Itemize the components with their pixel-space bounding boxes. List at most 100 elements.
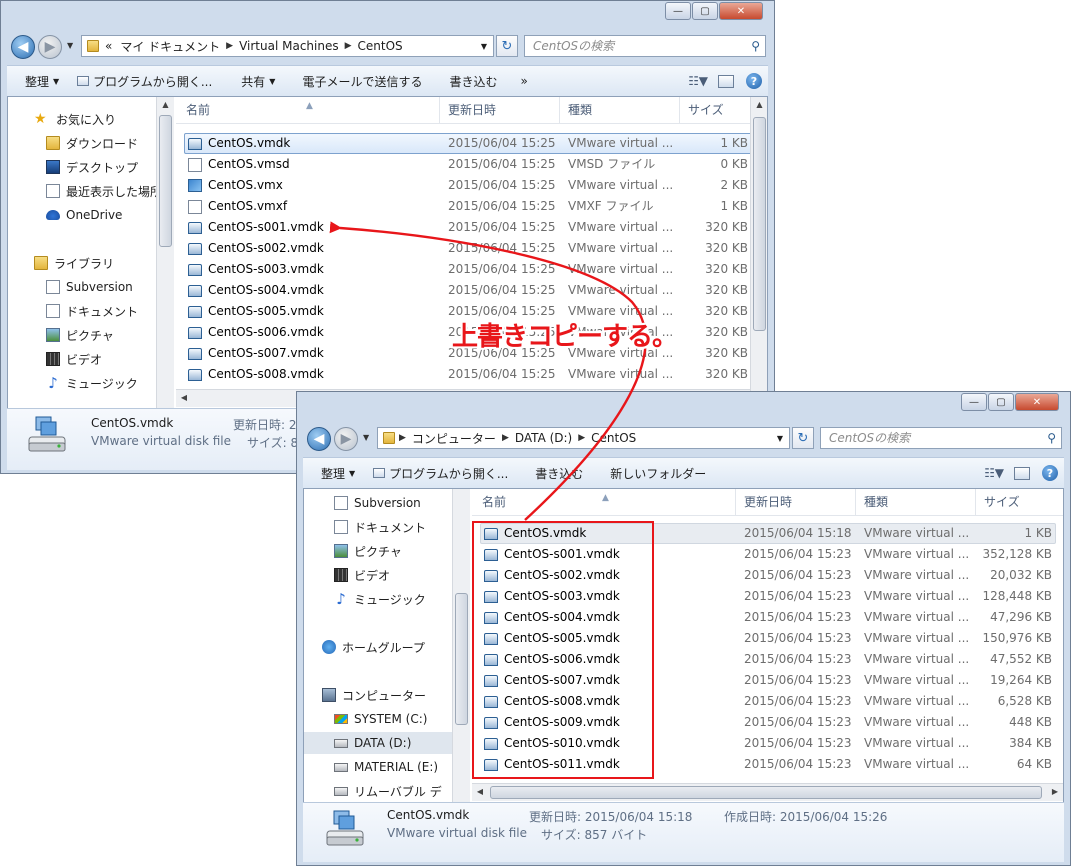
back-button[interactable]: ◀	[11, 35, 35, 59]
scrollbar-thumb[interactable]	[159, 115, 172, 247]
scroll-up-arrow-icon[interactable]: ▲	[751, 97, 767, 113]
recent-pages-dropdown[interactable]: ▼	[363, 433, 369, 442]
nav-item[interactable]: コンピューター	[304, 684, 452, 706]
breadcrumb-separator-icon[interactable]: ▶	[343, 41, 354, 51]
nav-item[interactable]: 最近表示した場所	[8, 180, 175, 202]
search-input[interactable]: CentOSの検索 ⚲	[820, 427, 1062, 449]
nav-item[interactable]: リムーバブル デ	[304, 780, 452, 802]
preview-pane-icon[interactable]	[1014, 466, 1030, 480]
breadcrumb-data-drive[interactable]: DATA (D:)	[511, 431, 576, 445]
nav-item[interactable]: ビデオ	[8, 348, 175, 370]
file-row[interactable]: CentOS-s004.vmdk 2015/06/04 15:25 VMware v…	[176, 280, 767, 301]
breadcrumb-computer[interactable]: コンピューター	[408, 430, 500, 447]
scroll-right-arrow-icon[interactable]: ▶	[1047, 784, 1063, 800]
search-icon[interactable]: ⚲	[751, 36, 760, 56]
nav-item[interactable]: ビデオ	[304, 564, 452, 586]
forward-button[interactable]: ▶	[38, 35, 62, 59]
close-button[interactable]: ✕	[719, 2, 763, 20]
new-folder-button[interactable]: 新しいフォルダー	[592, 465, 715, 482]
breadcrumb-separator-icon[interactable]: ▶	[500, 433, 511, 443]
navigation-scrollbar[interactable]: ▲	[156, 97, 174, 409]
search-input[interactable]: CentOSの検索 ⚲	[524, 35, 766, 57]
view-options-icon[interactable]: ☷ ▼	[984, 466, 1004, 480]
file-row[interactable]: CentOS-s003.vmdk 2015/06/04 15:25 VMware v…	[176, 259, 767, 280]
organize-button[interactable]: 整理 ▼	[7, 73, 68, 90]
maximize-button[interactable]: ▢	[988, 393, 1014, 411]
refresh-button[interactable]: ↻	[792, 427, 814, 449]
refresh-button[interactable]: ↻	[496, 35, 518, 57]
more-commands-button[interactable]: »	[506, 74, 536, 88]
nav-item[interactable]: ドキュメント	[8, 300, 175, 322]
minimize-button[interactable]: —	[665, 2, 691, 20]
nav-item[interactable]: Subversion	[304, 492, 452, 514]
nav-item[interactable]: Subversion	[8, 276, 175, 298]
column-header-size[interactable]: サイズ	[976, 489, 1063, 515]
scroll-left-arrow-icon[interactable]: ◀	[472, 784, 488, 800]
address-bar[interactable]: « マイ ドキュメント ▶ Virtual Machines ▶ CentOS …	[81, 35, 494, 57]
close-button[interactable]: ✕	[1015, 393, 1059, 411]
scrollbar-thumb[interactable]	[753, 117, 766, 331]
file-list-hscrollbar[interactable]: ◀ ▶	[472, 783, 1063, 801]
preview-pane-icon[interactable]	[718, 74, 734, 88]
file-row[interactable]: CentOS.vmsd 2015/06/04 15:25 VMSD ファイル 0 KB	[176, 154, 767, 175]
email-button[interactable]: 電子メールで送信する	[284, 73, 431, 90]
scroll-left-arrow-icon[interactable]: ◀	[176, 390, 192, 406]
nav-item[interactable]: DATA (D:)	[304, 732, 452, 754]
breadcrumb-separator-icon[interactable]: ▶	[576, 433, 587, 443]
address-bar[interactable]: ▶ コンピューター ▶ DATA (D:) ▶ CentOS ▼	[377, 427, 790, 449]
file-row[interactable]: CentOS-s002.vmdk 2015/06/04 15:25 VMware v…	[176, 238, 767, 259]
share-button[interactable]: 共有 ▼	[221, 73, 284, 90]
file-row[interactable]: CentOS.vmdk 2015/06/04 15:25 VMware virtua…	[176, 133, 767, 154]
nav-item[interactable]: ♪ ミュージック	[304, 588, 452, 610]
breadcrumb-my-documents[interactable]: マイ ドキュメント	[116, 38, 224, 55]
breadcrumb-separator-icon[interactable]: ▶	[397, 433, 408, 443]
nav-item[interactable]: ピクチャ	[304, 540, 452, 562]
scrollbar-thumb[interactable]	[490, 786, 1042, 799]
address-dropdown-icon[interactable]: ▼	[777, 434, 783, 443]
back-button[interactable]: ◀	[307, 427, 331, 451]
open-with-button[interactable]: プログラムから開く...	[364, 465, 517, 482]
burn-button[interactable]: 書き込む	[431, 73, 506, 90]
column-header-date[interactable]: 更新日時	[440, 97, 560, 123]
column-header-type[interactable]: 種類	[856, 489, 976, 515]
column-header-name[interactable]: 名前 ▲	[472, 489, 736, 515]
breadcrumb-overflow[interactable]: «	[101, 39, 116, 53]
nav-item[interactable]: ★ お気に入り	[8, 108, 174, 130]
nav-item[interactable]: ピクチャ	[8, 324, 175, 346]
search-icon[interactable]: ⚲	[1047, 428, 1056, 448]
forward-button[interactable]: ▶	[334, 427, 358, 451]
column-header-date[interactable]: 更新日時	[736, 489, 856, 515]
maximize-button[interactable]: ▢	[692, 2, 718, 20]
column-header-size[interactable]: サイズ	[680, 97, 760, 123]
nav-item[interactable]: ダウンロード	[8, 132, 175, 154]
breadcrumb-separator-icon[interactable]: ▶	[224, 41, 235, 51]
scroll-up-arrow-icon[interactable]: ▲	[157, 97, 174, 113]
nav-item[interactable]: ♪ ミュージック	[8, 372, 175, 394]
address-dropdown-icon[interactable]: ▼	[481, 42, 487, 51]
help-icon[interactable]: ?	[1042, 465, 1058, 481]
minimize-button[interactable]: —	[961, 393, 987, 411]
help-icon[interactable]: ?	[746, 73, 762, 89]
file-row[interactable]: CentOS.vmx 2015/06/04 15:25 VMware virtual…	[176, 175, 767, 196]
view-options-icon[interactable]: ☷ ▼	[688, 74, 708, 88]
open-with-button[interactable]: プログラムから開く...	[68, 73, 221, 90]
column-header-type[interactable]: 種類	[560, 97, 680, 123]
nav-item[interactable]: OneDrive	[8, 204, 175, 226]
file-list-scrollbar[interactable]: ▲ ▼	[750, 97, 767, 409]
recent-pages-dropdown[interactable]: ▼	[67, 41, 73, 50]
file-row[interactable]: CentOS-s008.vmdk 2015/06/04 15:25 VMware v…	[176, 364, 767, 385]
nav-item[interactable]: ライブラリ	[8, 252, 174, 274]
nav-item[interactable]: SYSTEM (C:)	[304, 708, 452, 730]
nav-item[interactable]: ホームグループ	[304, 636, 452, 658]
nav-item[interactable]: ドキュメント	[304, 516, 452, 538]
burn-button[interactable]: 書き込む	[517, 465, 592, 482]
navigation-scrollbar[interactable]	[452, 489, 470, 803]
file-row[interactable]: CentOS.vmxf 2015/06/04 15:25 VMXF ファイル 1 KB	[176, 196, 767, 217]
scrollbar-thumb[interactable]	[455, 593, 468, 725]
file-row[interactable]: CentOS-s001.vmdk 2015/06/04 15:25 VMware v…	[176, 217, 767, 238]
breadcrumb-centos[interactable]: CentOS	[587, 431, 640, 445]
breadcrumb-virtual-machines[interactable]: Virtual Machines	[235, 39, 343, 53]
column-header-name[interactable]: 名前 ▲	[176, 97, 440, 123]
breadcrumb-centos[interactable]: CentOS	[354, 39, 407, 53]
organize-button[interactable]: 整理 ▼	[303, 465, 364, 482]
